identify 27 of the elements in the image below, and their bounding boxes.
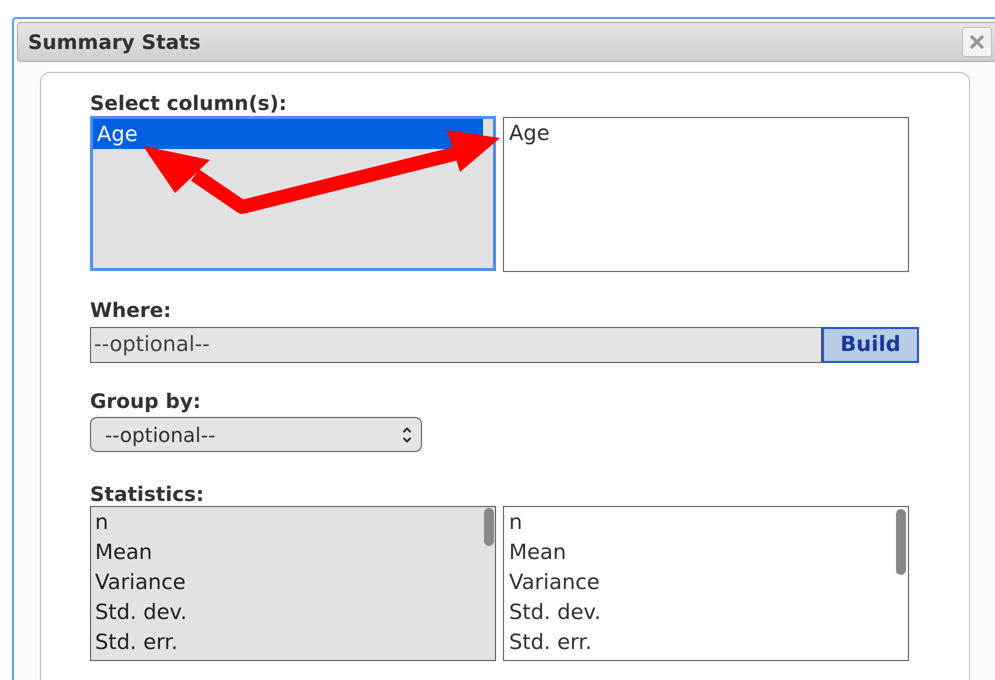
field-label: Where: — [90, 298, 172, 322]
list-option[interactable]: Std. err. — [504, 627, 592, 657]
field-label: Group by: — [90, 389, 201, 413]
list-option[interactable]: Std. err. — [91, 627, 485, 657]
list-option[interactable]: Variance — [91, 567, 485, 597]
available-list[interactable]: n Mean Variance Std. dev. Std. err. — [90, 506, 496, 661]
list-option[interactable]: Mean — [91, 537, 485, 567]
group-by-select[interactable]: --optional-- — [90, 417, 422, 452]
build-button[interactable]: Build — [822, 327, 919, 363]
list-option[interactable]: n — [504, 507, 522, 537]
list-option[interactable]: Variance — [504, 567, 600, 597]
list-option[interactable]: Age — [93, 119, 483, 149]
field-label: Statistics: — [90, 482, 204, 506]
available-list[interactable]: Age — [90, 116, 496, 271]
list-option[interactable]: Std. dev. — [504, 597, 601, 627]
field-label: Select column(s): — [90, 91, 287, 115]
window-title: Summary Stats — [28, 29, 201, 56]
list-option[interactable]: Age — [504, 118, 550, 148]
scrollbar-thumb[interactable] — [484, 508, 494, 546]
chosen-list[interactable]: n Mean Variance Std. dev. Std. err. — [503, 506, 909, 661]
list-option[interactable]: Mean — [504, 537, 566, 567]
scrollbar-thumb[interactable] — [896, 509, 906, 575]
list-option[interactable]: n — [91, 507, 485, 537]
list-option[interactable]: Std. dev. — [91, 597, 485, 627]
chosen-list[interactable]: Age — [503, 117, 909, 272]
where-field[interactable]: --optional-- — [90, 327, 822, 363]
close-button[interactable] — [962, 27, 992, 57]
